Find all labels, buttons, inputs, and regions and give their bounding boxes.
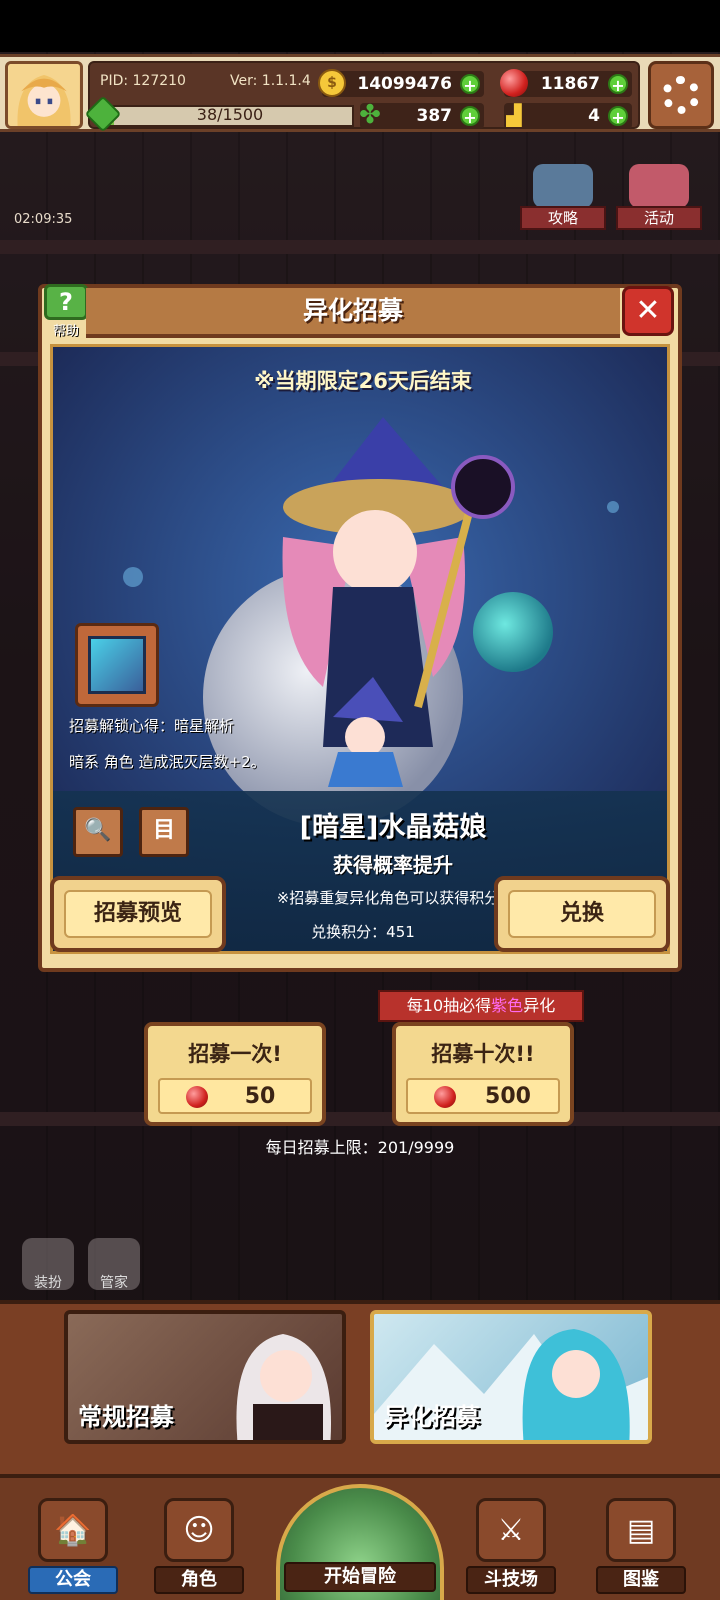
- guarantee-suffix: 异化: [523, 996, 556, 1015]
- nav-guild-label: 公会: [28, 1566, 118, 1594]
- alien-recruit-dialog: ? 帮助 异化招募 ✕ ※当期限定26天后结束 招募解锁心得：暗星解析 暗系 角…: [38, 284, 682, 972]
- add-shoe-button[interactable]: +: [608, 106, 628, 127]
- add-ruby-button[interactable]: +: [608, 74, 628, 95]
- event-timer: 02:09:35: [14, 212, 73, 227]
- recruit-ten-price: 500: [485, 1084, 531, 1109]
- add-clover-button[interactable]: +: [460, 106, 480, 127]
- nav-arena[interactable]: ⚔ 斗技场: [462, 1490, 560, 1598]
- activity-label: 活动: [616, 206, 702, 230]
- exchange-button[interactable]: 兑换: [494, 876, 670, 952]
- nav-character-label: 角色: [154, 1566, 244, 1594]
- book-icon: ▤: [606, 1498, 676, 1562]
- clover-icon: ✤: [359, 100, 381, 130]
- guild-house-icon: 🏠: [38, 1498, 108, 1562]
- resource-panel: PID: 127210 Ver: 1.1.1.4 $ 14099476 + 11…: [84, 61, 640, 133]
- help-label: 帮助: [52, 324, 79, 339]
- settings-button[interactable]: [648, 61, 714, 129]
- ruby-icon: [434, 1086, 456, 1108]
- gold-coin-icon: $: [318, 69, 346, 97]
- chat-bubble-icon: [533, 164, 593, 208]
- strategy-button[interactable]: 攻略: [520, 164, 606, 230]
- gold-value: 14099476: [357, 74, 452, 94]
- ten-pull-guarantee-badge: 每10抽必得紫色异化: [378, 990, 584, 1022]
- ruby-counter: 11867 +: [500, 69, 632, 97]
- crossed-swords-icon: ⚔: [476, 1498, 546, 1562]
- nav-adventure-label: 开始冒险: [284, 1562, 436, 1592]
- butler-label: 管家: [100, 1275, 128, 1291]
- nav-codex-label: 图鉴: [596, 1566, 686, 1594]
- clover-counter: ✤ 387 +: [359, 102, 484, 129]
- alien-recruit-label: 异化招募: [384, 1403, 480, 1431]
- character-face-icon: ☺: [164, 1498, 234, 1562]
- recruit-ten-cost: 500: [406, 1078, 560, 1114]
- status-bar: [0, 0, 720, 52]
- normal-recruit-label: 常规招募: [78, 1403, 174, 1431]
- daily-recruit-limit: 每日招募上限：201/9999: [265, 1138, 455, 1157]
- recruit-preview-label: 招募预览: [64, 890, 212, 938]
- alien-recruit-tab[interactable]: 异化招募: [370, 1310, 652, 1444]
- question-mark-icon: ?: [44, 284, 88, 320]
- help-button[interactable]: ? 帮助: [42, 284, 90, 339]
- nav-character[interactable]: ☺ 角色: [150, 1490, 248, 1598]
- guarantee-prefix: 每10抽必得: [406, 996, 492, 1015]
- player-id: PID: 127210: [100, 73, 186, 89]
- guarantee-highlight: 紫色: [491, 996, 524, 1015]
- gear-icon: [662, 76, 700, 114]
- dress-up-label: 装扮: [34, 1275, 62, 1291]
- nav-arena-label: 斗技场: [466, 1566, 556, 1594]
- nav-codex[interactable]: ▤ 图鉴: [592, 1490, 690, 1598]
- activity-button[interactable]: 活动: [616, 164, 702, 230]
- energy-value: 38/1500: [196, 105, 264, 124]
- balloons-icon: [629, 164, 689, 208]
- butler-button[interactable]: 管家: [88, 1238, 140, 1291]
- gold-counter: $ 14099476 +: [318, 69, 484, 97]
- version-label: Ver: 1.1.1.4: [230, 73, 311, 89]
- add-gold-button[interactable]: +: [460, 74, 480, 95]
- golden-shoe-icon: ▟: [506, 103, 522, 127]
- rate-up-label: 获得概率提升: [333, 853, 453, 877]
- recruit-preview-button[interactable]: 招募预览: [50, 876, 226, 952]
- shoe-counter: ▟ 4 +: [504, 103, 632, 129]
- close-button[interactable]: ✕: [622, 286, 674, 336]
- nav-start-adventure[interactable]: 开始冒险: [276, 1484, 444, 1600]
- limited-time-notice: ※当期限定26天后结束: [254, 369, 472, 393]
- top-hud: PID: 127210 Ver: 1.1.1.4 $ 14099476 + 11…: [0, 54, 720, 133]
- exchange-label: 兑换: [508, 890, 656, 938]
- featured-hero-name: [暗星]水晶菇娘: [299, 812, 487, 843]
- ruby-icon: [186, 1086, 208, 1108]
- unlock-effect-text: 暗系 角色 造成泯灭层数+2。: [69, 753, 266, 771]
- clover-value: 387: [416, 106, 453, 126]
- unlock-insight-icon[interactable]: [75, 623, 159, 707]
- recruit-once-button[interactable]: 招募一次! 50: [144, 1022, 326, 1126]
- ruby-value: 11867: [540, 74, 600, 94]
- player-avatar[interactable]: [5, 61, 83, 129]
- recruit-ten-label: 招募十次!!: [431, 1042, 535, 1066]
- unlock-insight-text: 招募解锁心得：暗星解析: [69, 717, 235, 735]
- recruit-once-price: 50: [244, 1084, 276, 1109]
- ruby-icon: [500, 69, 528, 97]
- energy-bar: 38/1500: [84, 95, 354, 133]
- nav-guild[interactable]: 🏠 公会: [24, 1490, 122, 1598]
- normal-recruit-tab[interactable]: 常规招募: [64, 1310, 346, 1444]
- dialog-title: 异化招募: [86, 288, 620, 338]
- crystal-tome-icon: [88, 636, 146, 694]
- recruit-once-cost: 50: [158, 1078, 312, 1114]
- strategy-label: 攻略: [520, 206, 606, 230]
- recruit-ten-button[interactable]: 招募十次!! 500: [392, 1022, 574, 1126]
- shoe-value: 4: [588, 106, 600, 126]
- recruit-once-label: 招募一次!: [188, 1042, 282, 1066]
- dress-up-button[interactable]: 装扮: [22, 1238, 74, 1291]
- featured-banner: ※当期限定26天后结束 招募解锁心得：暗星解析 暗系 角色 造成泯灭层数+2。 …: [50, 344, 670, 954]
